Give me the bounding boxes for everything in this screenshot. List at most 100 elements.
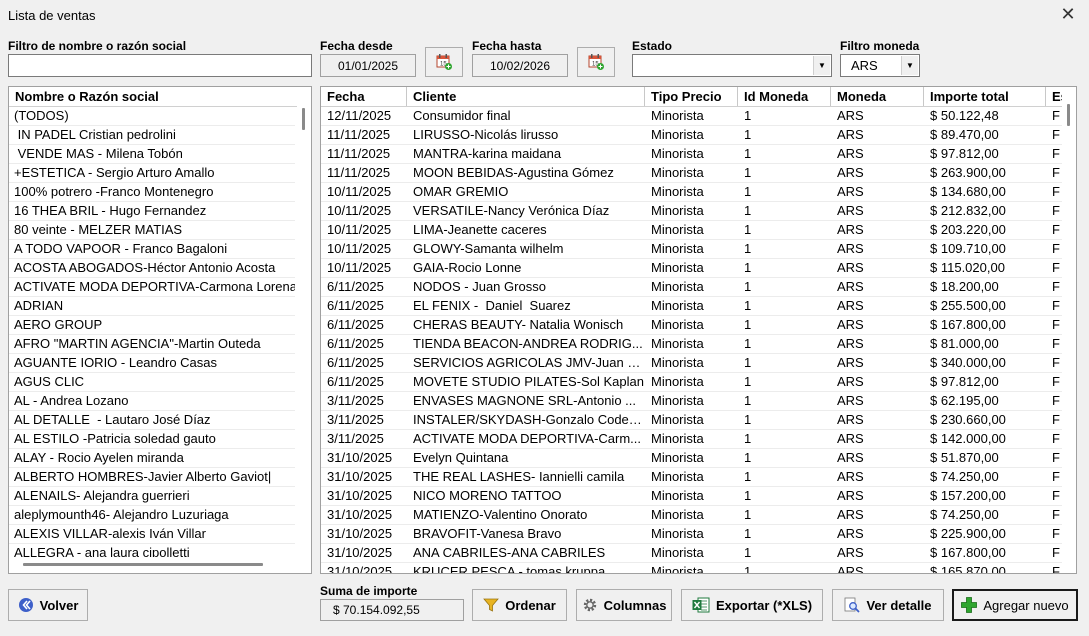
table-cell: Minorista xyxy=(651,146,704,161)
table-row[interactable]: 31/10/2025 MATIENZO-Valentino Onorato Mino… xyxy=(321,506,1076,525)
chevron-down-icon[interactable]: ▼ xyxy=(813,56,830,75)
column-header[interactable]: Importe total xyxy=(924,87,1046,106)
table-cell: $ 97.812,00 xyxy=(930,146,999,161)
table-cell: 1 xyxy=(744,222,752,237)
table-cell: $ 134.680,00 xyxy=(930,184,1006,199)
table-cell: $ 62.195,00 xyxy=(930,393,999,408)
export-xls-button[interactable]: Exportar (*XLS) xyxy=(681,589,823,621)
list-item[interactable]: AL - Andrea Lozano xyxy=(9,392,295,411)
table-row[interactable]: 11/11/2025 LIRUSSO-Nicolás lirusso Minoris… xyxy=(321,126,1076,145)
back-button[interactable]: Volver xyxy=(8,589,88,621)
table-row[interactable]: 31/10/2025 NICO MORENO TATTOO Minorista 1 AR… xyxy=(321,487,1076,506)
list-item[interactable]: (TODOS) xyxy=(9,107,295,126)
list-item[interactable]: AL DETALLE - Lautaro José Díaz xyxy=(9,411,295,430)
table-row[interactable]: 11/11/2025 MOON BEBIDAS-Agustina Gómez Min… xyxy=(321,164,1076,183)
date-from-field[interactable]: 01/01/2025 xyxy=(320,54,416,77)
table-row[interactable]: 11/11/2025 MANTRA-karina maidana Minorista… xyxy=(321,145,1076,164)
table-row[interactable]: 10/11/2025 GAIA-Rocio Lonne Minorista 1 ARS $… xyxy=(321,259,1076,278)
table-cell: Minorista xyxy=(651,431,704,446)
list-item[interactable]: ALENAILS- Alejandra guerrieri xyxy=(9,487,295,506)
table-cell: NICO MORENO TATTOO xyxy=(413,488,562,503)
view-detail-button[interactable]: Ver detalle xyxy=(832,589,944,621)
list-item[interactable]: AFRO "MARTIN AGENCIA"-Martin Outeda xyxy=(9,335,295,354)
table-row[interactable]: 6/11/2025 NODOS - Juan Grosso Minorista 1 AR… xyxy=(321,278,1076,297)
list-item[interactable]: IN PADEL Cristian pedrolini xyxy=(9,126,295,145)
list-item[interactable]: AERO GROUP xyxy=(9,316,295,335)
clients-list-vscroll[interactable] xyxy=(297,106,311,557)
table-row[interactable]: 6/11/2025 TIENDA BEACON-ANDREA RODRIG... M… xyxy=(321,335,1076,354)
list-item[interactable]: ADRIAN xyxy=(9,297,295,316)
sales-grid-vscroll[interactable] xyxy=(1062,87,1076,573)
table-row[interactable]: 12/11/2025 Consumidor final Minorista 1 ARS $… xyxy=(321,107,1076,126)
table-cell: Minorista xyxy=(651,260,704,275)
table-row[interactable]: 10/11/2025 OMAR GREMIO Minorista 1 ARS $ 134.… xyxy=(321,183,1076,202)
list-item[interactable]: VENDE MAS - Milena Tobón xyxy=(9,145,295,164)
list-item[interactable]: 16 THEA BRIL - Hugo Fernandez xyxy=(9,202,295,221)
sales-grid-vscroll-thumb[interactable] xyxy=(1067,104,1070,126)
clients-list[interactable]: Nombre o Razón social (TODOS) IN PADEL C… xyxy=(8,86,312,574)
table-cell: Minorista xyxy=(651,564,704,574)
table-row[interactable]: 6/11/2025 MOVETE STUDIO PILATES-Sol Kapla… xyxy=(321,373,1076,392)
table-cell: 31/10/2025 xyxy=(327,488,393,503)
table-row[interactable]: 31/10/2025 ANA CABRILES-ANA CABRILES Minor… xyxy=(321,544,1076,563)
column-header[interactable]: Moneda xyxy=(831,87,924,106)
list-item[interactable]: A TODO VAPOOR - Franco Bagaloni xyxy=(9,240,295,259)
table-cell: $ 50.122,48 xyxy=(930,108,999,123)
table-cell: ARS xyxy=(837,450,864,465)
chevron-down-icon[interactable]: ▼ xyxy=(901,56,918,75)
date-to-calendar-button[interactable]: 15 xyxy=(577,47,615,77)
list-item[interactable]: +ESTETICA - Sergio Arturo Amallo xyxy=(9,164,295,183)
table-cell: 10/11/2025 xyxy=(327,184,392,199)
clients-list-hscroll-thumb[interactable] xyxy=(23,563,263,566)
table-row[interactable]: 31/10/2025 KRUCER PESCA - tomas kruppa Min… xyxy=(321,563,1076,574)
table-cell: $ 157.200,00 xyxy=(930,488,1006,503)
table-row[interactable]: 10/11/2025 GLOWY-Samanta wilhelm Minorista… xyxy=(321,240,1076,259)
table-cell: ARS xyxy=(837,431,864,446)
table-row[interactable]: 3/11/2025 ACTIVATE MODA DEPORTIVA-Carm...… xyxy=(321,430,1076,449)
list-item[interactable]: AGUS CLIC xyxy=(9,373,295,392)
table-cell: Minorista xyxy=(651,488,704,503)
columns-button[interactable]: Columnas xyxy=(576,589,672,621)
column-header[interactable]: Tipo Precio xyxy=(645,87,738,106)
table-cell: 6/11/2025 xyxy=(327,374,384,389)
date-from-calendar-button[interactable]: 15 xyxy=(425,47,463,77)
list-item[interactable]: ALBERTO HOMBRES-Javier Alberto Gaviot| xyxy=(9,468,295,487)
table-row[interactable]: 3/11/2025 ENVASES MAGNONE SRL-Antonio ...… xyxy=(321,392,1076,411)
table-row[interactable]: 10/11/2025 VERSATILE-Nancy Verónica Díaz M… xyxy=(321,202,1076,221)
add-new-button[interactable]: Agregar nuevo xyxy=(952,589,1078,621)
sort-button[interactable]: Ordenar xyxy=(472,589,567,621)
list-item[interactable]: aleplymounth46- Alejandro Luzuriaga xyxy=(9,506,295,525)
sum-value: $ 70.154.092,55 xyxy=(320,599,464,621)
name-filter-input[interactable] xyxy=(8,54,312,77)
list-item[interactable]: ALAY - Rocio Ayelen miranda xyxy=(9,449,295,468)
date-to-field[interactable]: 10/02/2026 xyxy=(472,54,568,77)
list-item[interactable]: ACTIVATE MODA DEPORTIVA-Carmona Lorena xyxy=(9,278,295,297)
table-row[interactable]: 31/10/2025 Evelyn Quintana Minorista 1 ARS $ … xyxy=(321,449,1076,468)
column-header[interactable]: Id Moneda xyxy=(738,87,831,106)
date-to-label: Fecha hasta xyxy=(472,39,542,53)
currency-select[interactable]: ARS ▼ xyxy=(840,54,920,77)
clients-list-vscroll-thumb[interactable] xyxy=(302,108,305,130)
table-row[interactable]: 6/11/2025 EL FENIX - Daniel Suarez Minoris… xyxy=(321,297,1076,316)
table-row[interactable]: 3/11/2025 INSTALER/SKYDASH-Gonzalo Codesa… xyxy=(321,411,1076,430)
table-row[interactable]: 6/11/2025 SERVICIOS AGRICOLAS JMV-Juan M.… xyxy=(321,354,1076,373)
table-row[interactable]: 6/11/2025 CHERAS BEAUTY- Natalia Wonisch M… xyxy=(321,316,1076,335)
list-item[interactable]: AGUANTE IORIO - Leandro Casas xyxy=(9,354,295,373)
table-cell: 31/10/2025 xyxy=(327,469,393,484)
column-header[interactable]: Fecha xyxy=(321,87,407,106)
table-row[interactable]: 31/10/2025 BRAVOFIT-Vanesa Bravo Minorista… xyxy=(321,525,1076,544)
state-select[interactable]: ▼ xyxy=(632,54,832,77)
table-row[interactable]: 31/10/2025 THE REAL LASHES- Iannielli cam… xyxy=(321,468,1076,487)
list-item[interactable]: 80 veinte - MELZER MATIAS xyxy=(9,221,295,240)
table-cell: MOVETE STUDIO PILATES-Sol Kaplan xyxy=(413,374,644,389)
list-item[interactable]: AL ESTILO -Patricia soledad gauto xyxy=(9,430,295,449)
close-icon[interactable]: ✕ xyxy=(1057,4,1079,26)
table-row[interactable]: 10/11/2025 LIMA-Jeanette caceres Minorista… xyxy=(321,221,1076,240)
clients-list-hscroll[interactable] xyxy=(9,557,311,573)
column-header[interactable]: Cliente xyxy=(407,87,645,106)
sales-grid[interactable]: Fecha Cliente Tipo Precio Id Moneda Moneda Im… xyxy=(320,86,1077,574)
table-cell: 10/11/2025 xyxy=(327,203,392,218)
list-item[interactable]: 100% potrero -Franco Montenegro xyxy=(9,183,295,202)
list-item[interactable]: ALEXIS VILLAR-alexis Iván Villar xyxy=(9,525,295,544)
list-item[interactable]: ACOSTA ABOGADOS-Héctor Antonio Acosta xyxy=(9,259,295,278)
